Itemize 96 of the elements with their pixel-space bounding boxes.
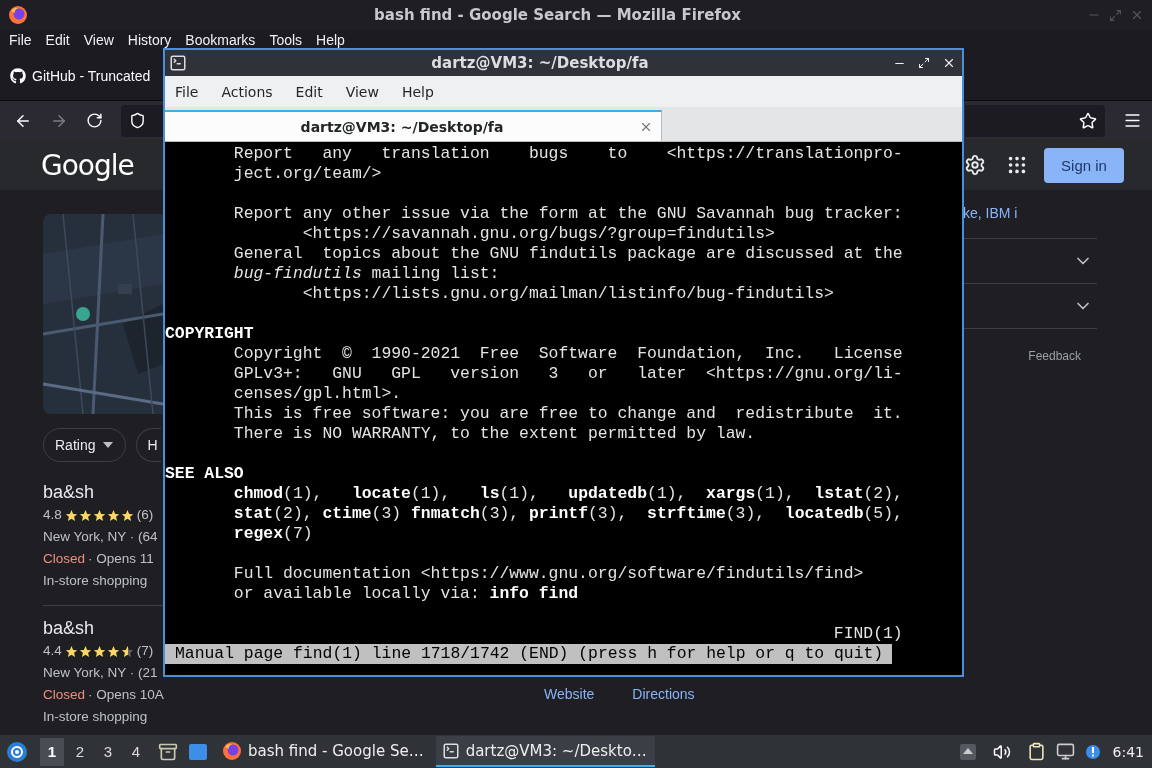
terminal-line: SEE ALSO <box>165 464 245 484</box>
star-icon <box>92 508 106 522</box>
opening-hours: · Opens 11 <box>88 550 154 568</box>
taskbar-task[interactable]: dartz@VM3: ~/Deskto… <box>435 736 655 767</box>
maximize-icon[interactable] <box>918 57 930 69</box>
menu-item[interactable]: File <box>173 83 208 100</box>
star-icon <box>106 508 120 522</box>
rating-value: 4.4 <box>43 642 62 660</box>
notification-icon[interactable] <box>1084 743 1101 760</box>
terminal-line: This is free software: you are free to change and redistribute it. <box>232 404 904 424</box>
window-title: bash find - Google Search — Mozilla Firefox <box>373 6 742 24</box>
star-icon <box>78 644 92 658</box>
action-link[interactable]: Website <box>544 686 595 702</box>
star-icon <box>64 644 78 658</box>
bookmark-star-icon[interactable] <box>1079 111 1097 130</box>
firefox-icon <box>222 740 242 761</box>
terminal-line: ject.org/team/> <box>232 164 383 184</box>
star-icon <box>120 508 134 522</box>
menu-item[interactable]: Help <box>312 33 351 47</box>
star-icon <box>64 508 78 522</box>
terminal-line: <https://lists.gnu.org/mailman/listinfo/bug-findutils> <box>301 284 835 304</box>
terminal-line: stat(2), ctime(3) fnmatch(3), printf(3), strftime(3), locatedb(5), <box>232 504 904 524</box>
star-icon <box>106 644 120 658</box>
menu-item[interactable]: Actions <box>219 83 282 100</box>
star-icon <box>78 508 92 522</box>
closed-status: Closed <box>43 550 86 568</box>
terminal-line: bug-findutils mailing list: <box>232 264 501 284</box>
reload-icon[interactable] <box>86 112 103 129</box>
tray-expand-icon[interactable] <box>958 742 977 761</box>
terminal-line: Report any translation bugs to <https://translationpro‐ <box>232 144 904 164</box>
related-link[interactable]: ke, IBM i <box>963 202 1097 224</box>
menu-item[interactable]: History <box>123 33 178 47</box>
terminal-line: <https://savannah.gnu.org/bugs/?group=findutils> <box>301 224 776 244</box>
terminal-line: COPYRIGHT <box>165 324 255 344</box>
terminal-line: FIND(1) <box>832 624 904 644</box>
place-name[interactable]: ba&sh <box>43 616 163 640</box>
menu-item[interactable]: Help <box>399 83 443 100</box>
firefox-icon <box>8 5 28 25</box>
shield-icon[interactable] <box>129 112 146 129</box>
workspace-button[interactable]: 1 <box>40 737 64 766</box>
review-count: (7) <box>136 642 154 660</box>
terminal-icon <box>169 54 187 72</box>
address-bar[interactable] <box>121 104 164 137</box>
terminal-line: Copyright © 1990-2021 Free Software Foundation, Inc. License <box>232 344 904 364</box>
browser-tab[interactable]: GitHub - Truncated <box>10 68 151 84</box>
place-address: New York, NY · (21 <box>43 664 159 682</box>
caret-icon <box>103 442 114 448</box>
window-title: dartz@VM3: ~/Desktop/fa <box>430 54 650 72</box>
github-icon <box>10 68 26 84</box>
menu-item[interactable]: Edit <box>293 83 332 100</box>
clock[interactable]: 6:41 <box>1112 743 1144 760</box>
start-menu-icon[interactable] <box>6 740 28 763</box>
feedback-link[interactable]: Feedback <box>1028 349 1081 363</box>
opening-hours: · Opens 10A <box>88 686 164 704</box>
menu-item[interactable]: Edit <box>41 33 76 47</box>
service-tag: In-store shopping <box>43 706 163 728</box>
taskbar-task[interactable]: bash find - Google Se… <box>216 736 432 767</box>
terminal-line: or available locally via: info find <box>232 584 580 604</box>
menu-item[interactable]: File <box>5 33 38 47</box>
file-manager-icon[interactable] <box>158 741 178 762</box>
rating-value: 4.8 <box>43 506 62 524</box>
star-icon <box>120 644 134 658</box>
network-icon[interactable] <box>1055 742 1075 761</box>
google-logo[interactable]: Google <box>41 148 134 182</box>
menu-item[interactable]: View <box>79 33 120 47</box>
workspace-button[interactable]: 2 <box>68 737 92 766</box>
terminal-icon <box>441 741 460 760</box>
workspace-button[interactable]: 4 <box>124 737 148 766</box>
clipboard-icon[interactable] <box>1026 742 1046 761</box>
terminal-line: Full documentation <https://www.gnu.org/software/findutils/find> <box>232 564 865 584</box>
close-icon[interactable] <box>942 56 956 70</box>
menu-item[interactable]: View <box>343 83 388 100</box>
apps-grid-icon[interactable] <box>1006 154 1028 176</box>
desktop-icon[interactable] <box>188 742 208 761</box>
terminal-line: GPLv3+: GNU GPL version 3 or later <https://gnu.org/li‐ <box>232 364 904 384</box>
terminal-line: chmod(1), locate(1), ls(1), updatedb(1), xargs(1), lstat(2), <box>232 484 904 504</box>
terminal-line: General topics about the GNU findutils package are discussed at the <box>232 244 904 264</box>
star-icon <box>92 644 106 658</box>
workspace-button[interactable]: 3 <box>96 737 120 766</box>
terminal-line: Report any other issue via the form at the GNU Savannah bug tracker: <box>232 204 904 224</box>
terminal-tab[interactable]: dartz@VM3: ~/Desktop/fa <box>165 110 662 141</box>
review-count: (6) <box>136 506 154 524</box>
terminal-line: regex(7) <box>232 524 314 544</box>
menu-item[interactable]: Tools <box>265 33 309 47</box>
sign-in-button[interactable]: Sign in <box>1044 147 1124 183</box>
menu-item[interactable]: Bookmarks <box>181 33 262 47</box>
terminal-line: censes/gpl.html>. <box>232 384 403 404</box>
terminal-line: There is NO WARRANTY, to the extent permitted by law. <box>232 424 757 444</box>
settings-icon[interactable] <box>964 154 986 176</box>
action-link[interactable]: Directions <box>632 686 695 702</box>
place-address: New York, NY · (64 <box>43 528 159 546</box>
menu-icon[interactable] <box>1123 111 1142 130</box>
volume-icon[interactable] <box>992 742 1011 761</box>
closed-status: Closed <box>43 686 86 704</box>
service-tag: In-store shopping <box>43 570 163 592</box>
place-name[interactable]: ba&sh <box>43 480 163 504</box>
